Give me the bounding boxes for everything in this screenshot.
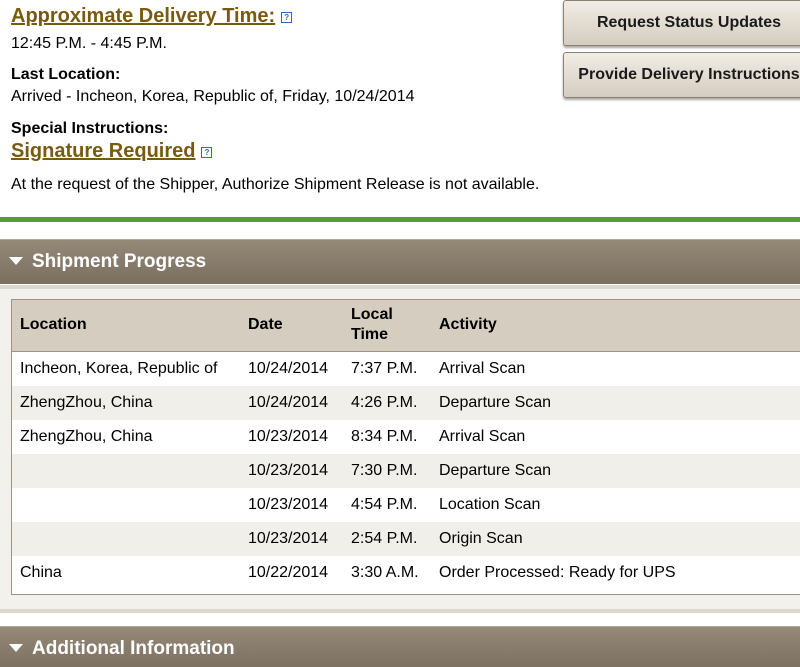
cell-date: 10/24/2014 [248, 360, 329, 377]
additional-information-title: Additional Information [32, 638, 235, 659]
header-location: Location [20, 316, 87, 333]
help-icon[interactable]: ? [201, 147, 213, 159]
cell-date: 10/24/2014 [248, 394, 329, 411]
table-row: 10/23/2014 4:54 P.M. Location Scan [12, 488, 800, 522]
cell-date: 10/23/2014 [248, 428, 329, 445]
cell-time: 2:54 P.M. [351, 530, 418, 547]
cell-date: 10/23/2014 [248, 496, 329, 513]
cell-time: 3:30 A.M. [351, 564, 419, 581]
shipment-progress-panel: Location Date Local Time Activity Incheo… [0, 285, 800, 613]
triangle-down-icon [9, 257, 23, 265]
cell-location: ZhengZhou, China [20, 428, 153, 445]
table-row: China 10/22/2014 3:30 A.M. Order Process… [12, 556, 800, 590]
header-local-time-line2: Time [351, 326, 389, 343]
cell-activity: Departure Scan [439, 462, 552, 479]
triangle-down-icon [9, 644, 23, 652]
shipment-progress-header[interactable]: Shipment Progress [0, 239, 800, 284]
last-location-value: Arrived - Incheon, Korea, Republic of, F… [11, 88, 415, 105]
cell-time: 8:34 P.M. [351, 428, 418, 445]
cell-activity: Arrival Scan [439, 360, 526, 377]
cell-time: 4:54 P.M. [351, 496, 418, 513]
special-instructions-label: Special Instructions: [11, 120, 169, 137]
cell-date: 10/23/2014 [248, 462, 329, 479]
release-note: At the request of the Shipper, Authorize… [11, 176, 540, 193]
table-row: Incheon, Korea, Republic of 10/24/2014 7… [12, 352, 800, 386]
table-header: Location Date Local Time Activity [12, 300, 800, 352]
table-row: ZhengZhou, China 10/24/2014 4:26 P.M. De… [12, 386, 800, 420]
header-local-time: Local Time [351, 305, 393, 345]
progress-table: Location Date Local Time Activity Incheo… [11, 299, 800, 595]
header-local-time-line1: Local [351, 306, 393, 323]
cell-time: 7:37 P.M. [351, 360, 418, 377]
cell-date: 10/22/2014 [248, 564, 329, 581]
header-activity: Activity [439, 316, 497, 333]
cell-time: 7:30 P.M. [351, 462, 418, 479]
cell-activity: Departure Scan [439, 394, 552, 411]
cell-date: 10/23/2014 [248, 530, 329, 547]
cell-activity: Origin Scan [439, 530, 523, 547]
approx-delivery-link[interactable]: Approximate Delivery Time: [11, 5, 275, 27]
additional-information-header[interactable]: Additional Information [0, 626, 800, 667]
signature-required-link[interactable]: Signature Required [11, 140, 195, 162]
cell-activity: Arrival Scan [439, 428, 526, 445]
shipment-progress-title: Shipment Progress [32, 251, 207, 272]
cell-activity: Location Scan [439, 496, 541, 513]
approx-delivery-value: 12:45 P.M. - 4:45 P.M. [11, 35, 167, 52]
cell-location: ZhengZhou, China [20, 394, 153, 411]
header-date: Date [248, 316, 283, 333]
table-row: ZhengZhou, China 10/23/2014 8:34 P.M. Ar… [12, 420, 800, 454]
divider [0, 217, 800, 222]
cell-activity: Order Processed: Ready for UPS [439, 564, 676, 581]
last-location-label: Last Location: [11, 66, 121, 83]
table-row: 10/23/2014 2:54 P.M. Origin Scan [12, 522, 800, 556]
cell-time: 4:26 P.M. [351, 394, 418, 411]
provide-delivery-instructions-button[interactable]: Provide Delivery Instructions [563, 52, 800, 98]
tracking-page: Approximate Delivery Time:? 12:45 P.M. -… [0, 0, 800, 667]
cell-location: Incheon, Korea, Republic of [20, 360, 218, 377]
request-status-updates-button[interactable]: Request Status Updates [563, 0, 800, 46]
cell-location: China [20, 564, 62, 581]
table-row: 10/23/2014 7:30 P.M. Departure Scan [12, 454, 800, 488]
help-icon[interactable]: ? [281, 12, 293, 24]
